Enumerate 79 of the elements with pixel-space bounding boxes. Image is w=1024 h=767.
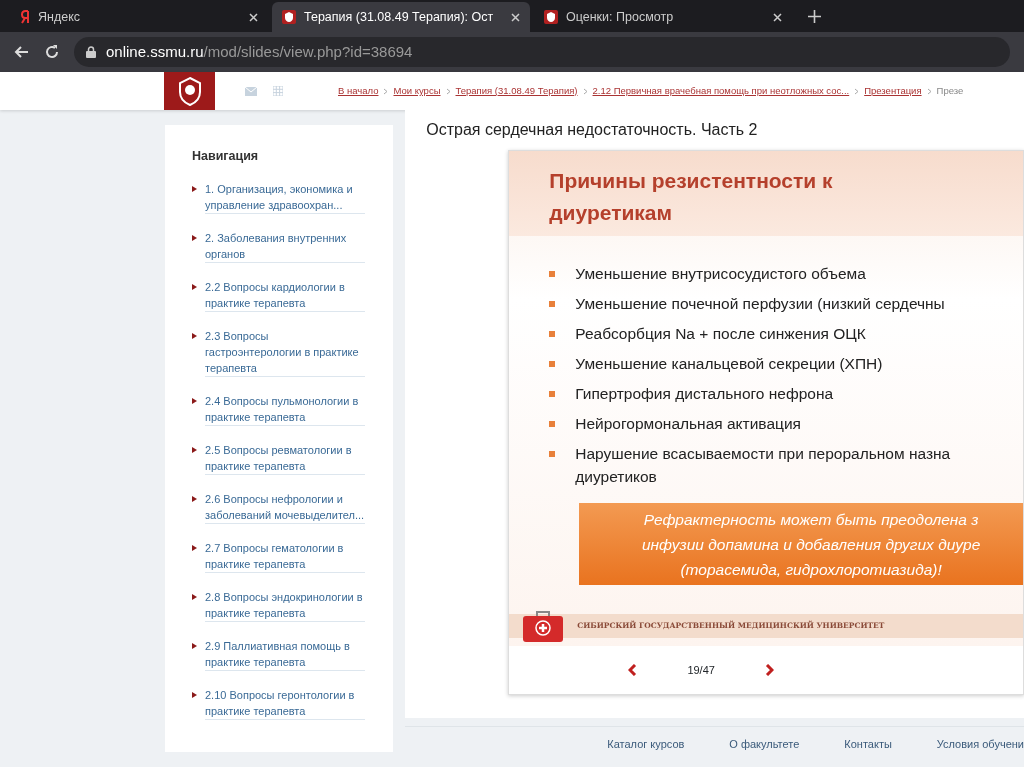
browser-tab[interactable]: Яндекс xyxy=(10,2,268,32)
bullet-icon xyxy=(192,544,197,551)
navigation-link[interactable]: 2.4 Вопросы пульмонологии в практике терапевта xyxy=(205,392,365,426)
chevron-icon xyxy=(854,87,860,95)
navigation-link[interactable]: 2.9 Паллиативная помощь в практике терапевта xyxy=(205,637,365,671)
bullet-icon xyxy=(192,495,197,502)
bullet-text: Гипертрофия дистального нефрона xyxy=(575,384,834,404)
bullet-icon xyxy=(192,332,197,339)
page-title: Острая сердечная недостаточность. Часть 2 xyxy=(426,120,759,140)
navigation-link[interactable]: 2.7 Вопросы гематологии в практике терапевта xyxy=(205,539,365,573)
medical-case-icon xyxy=(523,610,564,642)
chevron-icon xyxy=(582,87,588,95)
next-icon[interactable] xyxy=(764,664,774,676)
bullet-text: Уменьшение канальцевой секреции (ХПН) xyxy=(575,354,883,374)
bullet-square-icon xyxy=(549,421,556,427)
footer-link[interactable]: Контакты xyxy=(844,736,892,756)
breadcrumb-link[interactable]: Мои курсы xyxy=(393,83,441,99)
close-icon[interactable] xyxy=(773,12,782,22)
bullet-square-icon xyxy=(549,451,556,457)
bullet-icon xyxy=(192,446,197,453)
navigation-link[interactable]: 2. Заболевания внутренних органов xyxy=(205,229,365,263)
bullet-square-icon xyxy=(549,301,556,307)
navigation-link[interactable]: 2.8 Вопросы эндокринологии в практике терапевта xyxy=(205,588,365,622)
breadcrumb-link[interactable]: Презентация xyxy=(864,83,922,99)
navigation-link[interactable]: 1. Организация, экономика и управление здравоохран... xyxy=(205,180,365,214)
callout-text: Рефрактерность может быть преодолена з xyxy=(642,510,980,530)
back-icon[interactable] xyxy=(14,44,30,60)
slide-counter: 19/47 xyxy=(687,662,715,678)
bullet-text: Уменьшение внутрисосудистого объема xyxy=(575,264,866,284)
letter-logo-icon xyxy=(20,10,30,24)
bullet-icon xyxy=(192,397,197,404)
slide-title-line: Причины резистентности к xyxy=(549,168,834,194)
chevron-icon xyxy=(445,87,451,95)
close-icon[interactable] xyxy=(249,12,258,22)
lock-icon xyxy=(86,46,96,58)
bullet-text: Нарушение всасываемости при пероральном назна xyxy=(575,444,951,464)
footer-link[interactable]: Каталог курсов xyxy=(607,736,685,756)
slide-title-line: диуретикам xyxy=(549,200,674,226)
close-icon[interactable] xyxy=(511,12,520,22)
navigation-link[interactable]: 2.3 Вопросы гастроэнтерологии в практике терапевта xyxy=(205,327,365,377)
bullet-icon xyxy=(192,691,197,698)
callout-text: (торасемида, гидрохлоротиазида)! xyxy=(679,560,943,580)
bullet-icon xyxy=(192,234,197,241)
footer-link[interactable]: Условия обучени xyxy=(936,736,1024,756)
navigation-link[interactable]: 2.6 Вопросы нефрологии и заболеваний мочевыделител... xyxy=(205,490,365,524)
bullet-text: диуретиков xyxy=(575,467,658,487)
address-bar[interactable]: online.ssmu.ru/mod/slides/view.php?id=38694 xyxy=(74,37,1010,67)
browser-tab[interactable]: Оценки: Просмотр xyxy=(534,2,792,32)
crest-icon xyxy=(544,10,558,24)
bullet-square-icon xyxy=(549,271,556,277)
navigation-link[interactable]: 2.5 Вопросы ревматологии в практике терапевта xyxy=(205,441,365,475)
navigation-link[interactable]: 2.10 Вопросы геронтологии в практике терапевта xyxy=(205,686,365,720)
chevron-icon xyxy=(926,87,932,95)
bullet-text: Нейрогормональная активация xyxy=(575,414,801,434)
bullet-text: Уменьшение почечной перфузии (низкий сердечны xyxy=(575,294,945,314)
callout-text: инфузии допамина и добавления других диуре xyxy=(640,535,982,555)
bullet-icon xyxy=(192,283,197,290)
navigation-link[interactable]: 2.2 Вопросы кардиологии в практике терапевта xyxy=(205,278,365,312)
breadcrumb-link[interactable]: 2.12 Первичная врачебная помощь при неотложных сос... xyxy=(592,83,850,99)
footer-link[interactable]: О факультете xyxy=(729,736,800,756)
crest-icon xyxy=(282,10,296,24)
bullet-square-icon xyxy=(549,391,556,397)
bullet-square-icon xyxy=(549,361,556,367)
breadcrumb-link[interactable]: Терапия (31.08.49 Терапия) xyxy=(455,83,578,99)
bullet-text: Реабсорбция Na + после синжения ОЦК xyxy=(575,324,866,344)
chevron-icon xyxy=(383,87,389,95)
bullet-square-icon xyxy=(549,331,556,337)
previous-icon[interactable] xyxy=(628,664,638,676)
bullet-icon xyxy=(192,185,197,192)
navigation-heading: Навигация xyxy=(192,148,260,165)
new-tab-icon[interactable] xyxy=(808,10,821,23)
url-text: online.ssmu.ru/mod/slides/view.php?id=38694 xyxy=(106,41,413,62)
bullet-icon xyxy=(192,593,197,600)
browser-tab[interactable]: Терапия (31.08.49 Терапия): Ост xyxy=(272,2,530,32)
bullet-icon xyxy=(192,642,197,649)
breadcrumb-link[interactable]: В начало xyxy=(338,83,379,99)
reload-icon[interactable] xyxy=(44,44,60,60)
breadcrumb-link[interactable]: Презе xyxy=(936,83,964,99)
logo[interactable] xyxy=(164,72,215,110)
